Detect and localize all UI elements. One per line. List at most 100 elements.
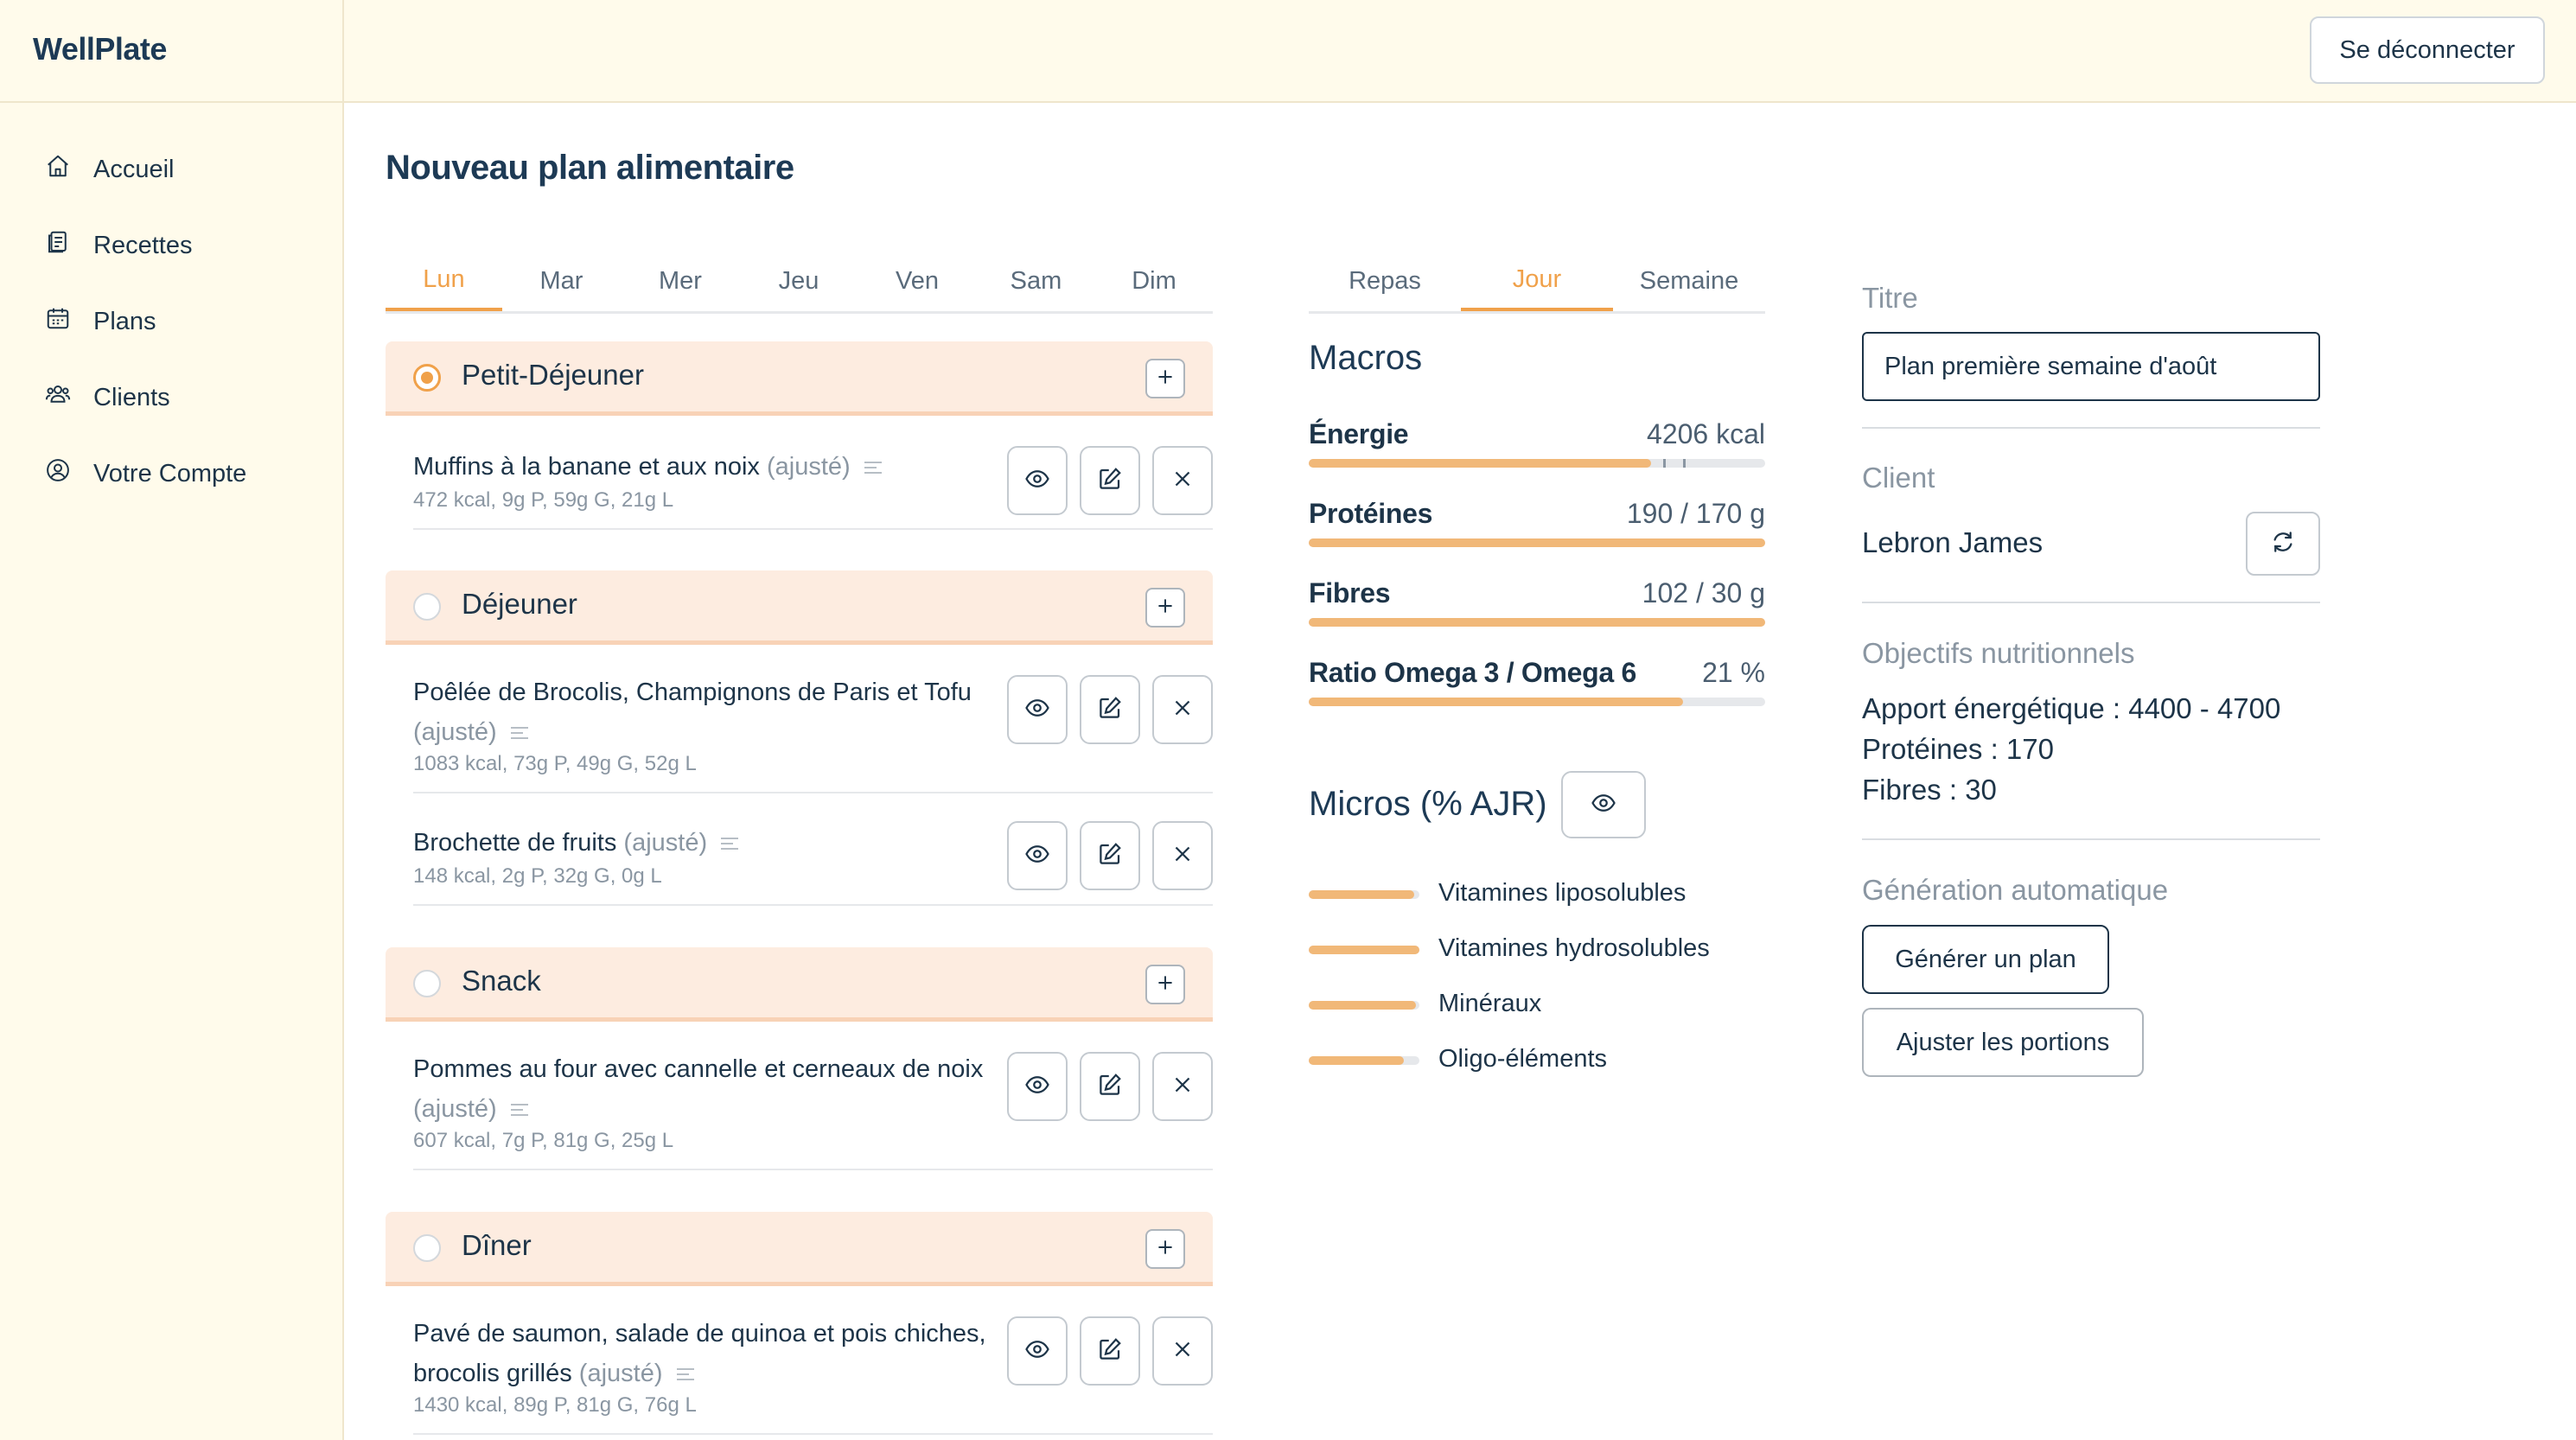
meal-header-breakfast: Petit-Déjeuner <box>386 341 1213 416</box>
sidebar-item-plans[interactable]: Plans <box>45 300 156 343</box>
meal-title: Déjeuner <box>462 588 577 620</box>
close-icon <box>1170 1336 1196 1367</box>
sidebar-item-recettes[interactable]: Recettes <box>45 224 192 267</box>
recipe-name[interactable]: Pommes au four avec cannelle et cerneaux… <box>413 1049 1001 1129</box>
meal-radio[interactable] <box>413 1234 441 1262</box>
sidebar: Accueil Recettes Plans Clients Votre Com… <box>0 103 344 1440</box>
edit-icon <box>1097 1072 1123 1102</box>
meal-radio[interactable] <box>413 364 441 392</box>
meal-radio[interactable] <box>413 970 441 997</box>
recipe-macros: 1083 kcal, 73g P, 49g G, 52g L <box>413 752 697 775</box>
recipe-name[interactable]: Poêlée de Brocolis, Champignons de Paris… <box>413 672 1001 752</box>
view-button[interactable] <box>1007 1316 1068 1386</box>
add-recipe-button[interactable] <box>1145 359 1185 398</box>
target-min-tick <box>1663 459 1666 468</box>
edit-button[interactable] <box>1080 446 1140 515</box>
recipe-title: Pommes au four avec cannelle et cerneaux… <box>413 1055 984 1083</box>
recipe-title: Poêlée de Brocolis, Champignons de Paris… <box>413 679 972 706</box>
sidebar-item-account[interactable]: Votre Compte <box>45 452 246 495</box>
brand-logo[interactable]: WellPlate <box>33 31 167 67</box>
notes-icon <box>676 1368 694 1381</box>
tab-mer[interactable]: Mer <box>621 251 740 311</box>
delete-button[interactable] <box>1152 821 1213 890</box>
refresh-icon <box>2270 529 2296 559</box>
goal-fibres: Fibres : 30 <box>1862 774 1997 806</box>
recipe-row: Pommes au four avec cannelle et cerneaux… <box>413 1042 1213 1170</box>
adjusted-tag: (ajusté) <box>578 1360 663 1387</box>
macro-label: Ratio Omega 3 / Omega 6 <box>1309 657 1637 688</box>
tab-jour[interactable]: Jour <box>1461 251 1613 311</box>
meal-radio[interactable] <box>413 593 441 621</box>
micro-label: Minéraux <box>1438 990 1542 1017</box>
plus-icon <box>1154 972 1176 998</box>
macro-bar-fill <box>1309 618 1765 627</box>
adjusted-tag: (ajusté) <box>623 829 708 857</box>
recipe-name[interactable]: Pavé de saumon, salade de quinoa et pois… <box>413 1314 1001 1393</box>
micros-view-button[interactable] <box>1561 771 1646 838</box>
macro-value: 21 % <box>1702 657 1765 688</box>
plus-icon <box>1154 595 1176 621</box>
tab-lun[interactable]: Lun <box>386 251 502 311</box>
view-button[interactable] <box>1007 446 1068 515</box>
macro-bar <box>1309 538 1765 547</box>
recipe-title: Pavé de saumon, salade de quinoa et pois… <box>413 1320 986 1387</box>
micro-label: Oligo-éléments <box>1438 1045 1608 1073</box>
micro-bar-fill <box>1309 1001 1417 1010</box>
delete-button[interactable] <box>1152 1316 1213 1386</box>
goal-energy: Apport énergétique : 4400 - 4700 <box>1862 692 2281 724</box>
micro-bar-fill <box>1309 1056 1405 1065</box>
micros-title: Micros (% AJR) <box>1309 785 1547 823</box>
logout-button[interactable]: Se déconnecter <box>2310 16 2545 84</box>
tab-semaine[interactable]: Semaine <box>1613 251 1765 311</box>
sidebar-item-label: Plans <box>93 307 156 335</box>
plan-title-input[interactable] <box>1862 332 2320 401</box>
delete-button[interactable] <box>1152 675 1213 744</box>
close-icon <box>1170 695 1196 725</box>
add-recipe-button[interactable] <box>1145 1229 1185 1269</box>
recipe-name[interactable]: Muffins à la banane et aux noix (ajusté) <box>413 447 1001 487</box>
sidebar-item-clients[interactable]: Clients <box>45 376 170 419</box>
sidebar-item-label: Votre Compte <box>93 459 247 487</box>
generate-plan-button[interactable]: Générer un plan <box>1862 925 2109 994</box>
view-button[interactable] <box>1007 675 1068 744</box>
tab-mar[interactable]: Mar <box>502 251 621 311</box>
macro-bar <box>1309 698 1765 706</box>
auto-generation-label: Génération automatique <box>1862 874 2169 906</box>
edit-button[interactable] <box>1080 675 1140 744</box>
view-button[interactable] <box>1007 1052 1068 1121</box>
adjust-portions-button[interactable]: Ajuster les portions <box>1862 1008 2144 1077</box>
tab-sam[interactable]: Sam <box>977 251 1095 311</box>
eye-icon <box>1024 695 1050 725</box>
sidebar-item-accueil[interactable]: Accueil <box>45 148 175 191</box>
recipe-name[interactable]: Brochette de fruits (ajusté) <box>413 823 1001 863</box>
add-recipe-button[interactable] <box>1145 588 1185 628</box>
macro-bar <box>1309 618 1765 627</box>
view-button[interactable] <box>1007 821 1068 890</box>
macro-bar-fill <box>1309 538 1765 547</box>
macro-bar <box>1309 459 1765 468</box>
app-root: WellPlate Se déconnecter Accueil Recette… <box>0 0 2576 1440</box>
edit-button[interactable] <box>1080 1316 1140 1386</box>
delete-button[interactable] <box>1152 446 1213 515</box>
change-client-button[interactable] <box>2246 512 2320 576</box>
macro-value: 4206 kcal <box>1647 418 1765 449</box>
plus-icon <box>1154 366 1176 392</box>
account-icon <box>45 457 71 490</box>
notes-icon <box>864 462 882 475</box>
tab-repas[interactable]: Repas <box>1309 251 1461 311</box>
eye-icon <box>1024 1072 1050 1102</box>
macro-label: Énergie <box>1309 418 1409 449</box>
delete-button[interactable] <box>1152 1052 1213 1121</box>
tab-dim[interactable]: Dim <box>1095 251 1213 311</box>
add-recipe-button[interactable] <box>1145 965 1185 1004</box>
eye-icon <box>1024 1336 1050 1367</box>
notes-icon <box>721 838 739 851</box>
divider <box>1862 602 2320 603</box>
edit-button[interactable] <box>1080 821 1140 890</box>
tab-ven[interactable]: Ven <box>858 251 977 311</box>
micro-bar <box>1309 1056 1419 1065</box>
edit-button[interactable] <box>1080 1052 1140 1121</box>
day-tabs: Lun Mar Mer Jeu Ven Sam Dim <box>386 251 1213 314</box>
plus-icon <box>1154 1236 1176 1263</box>
tab-jeu[interactable]: Jeu <box>740 251 858 311</box>
